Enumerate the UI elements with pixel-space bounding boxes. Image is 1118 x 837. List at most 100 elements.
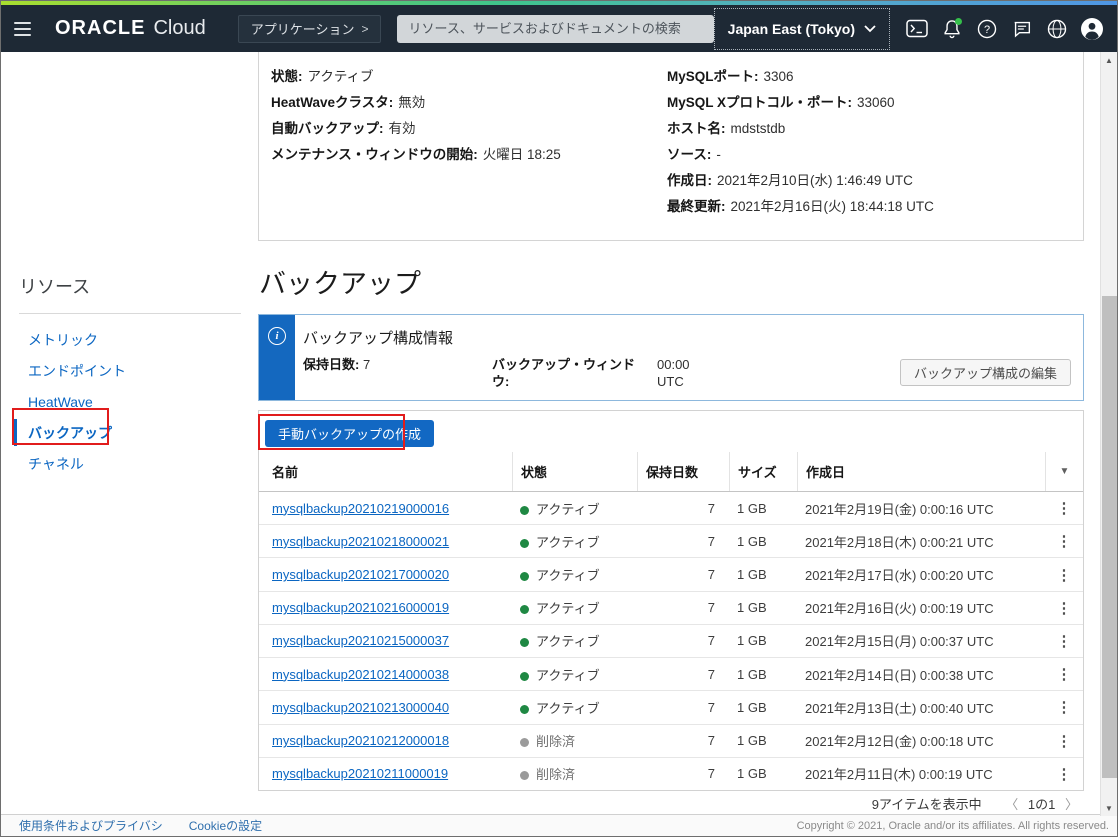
table-row: mysqlbackup20210216000019アクティブ71 GB2021年… [259, 592, 1083, 625]
created-cell: 2021年2月16日(火) 0:00:19 UTC [797, 598, 1045, 617]
topbar-icon-group: ? [904, 16, 1105, 42]
detail-field: 状態:アクティブ [271, 64, 667, 90]
column-header-created[interactable]: 作成日 [797, 452, 1045, 491]
global-search-input[interactable] [397, 15, 713, 43]
edit-backup-config-button[interactable]: バックアップ構成の編集 [900, 359, 1071, 386]
backup-name-cell: mysqlbackup20210214000038 [259, 667, 512, 682]
detail-value: 火曜日 18:25 [483, 147, 561, 162]
row-actions-kebab-icon[interactable]: ⋮ [1045, 532, 1083, 550]
row-actions-kebab-icon[interactable]: ⋮ [1045, 566, 1083, 584]
status-cell: 削除済 [512, 731, 637, 750]
backup-name-cell: mysqlbackup20210215000037 [259, 633, 512, 648]
backup-name-link[interactable]: mysqlbackup20210218000021 [272, 534, 449, 549]
oracle-cloud-logo[interactable]: ORACLE Cloud [55, 17, 206, 40]
retention-days-field: 保持日数: 7 [303, 356, 370, 373]
row-actions-kebab-icon[interactable]: ⋮ [1045, 765, 1083, 783]
copyright-text: Copyright © 2021, Oracle and/or its affi… [797, 820, 1109, 832]
resources-sidebar: リソース メトリックエンドポイントHeatWaveバックアップチャネル [1, 256, 258, 479]
row-actions-kebab-icon[interactable]: ⋮ [1045, 599, 1083, 617]
detail-field: 最終更新:2021年2月16日(火) 18:44:18 UTC [667, 194, 1067, 220]
cookie-settings-link[interactable]: Cookieの設定 [189, 817, 262, 834]
size-cell: 1 GB [729, 600, 797, 615]
region-selector[interactable]: Japan East (Tokyo) [714, 8, 890, 50]
hamburger-menu-icon[interactable] [14, 22, 31, 36]
sort-caret-icon[interactable]: ▼ [1045, 452, 1083, 491]
detail-field: 作成日:2021年2月10日(水) 1:46:49 UTC [667, 168, 1067, 194]
cloud-shell-icon[interactable] [904, 16, 930, 42]
backup-name-cell: mysqlbackup20210211000019 [259, 766, 512, 781]
retention-cell: 7 [637, 667, 729, 682]
brand-oracle: ORACLE [55, 17, 145, 40]
backup-name-link[interactable]: mysqlbackup20210211000019 [272, 766, 448, 781]
sidebar-item-heatwave[interactable]: HeatWave [1, 386, 258, 417]
created-cell: 2021年2月11日(木) 0:00:19 UTC [797, 764, 1045, 783]
status-cell: アクティブ [512, 499, 637, 518]
backup-name-link[interactable]: mysqlbackup20210216000019 [272, 600, 449, 615]
retention-cell: 7 [637, 700, 729, 715]
scrollbar-thumb[interactable] [1102, 296, 1117, 778]
info-icon: i [268, 327, 286, 345]
announcements-icon[interactable] [1009, 16, 1035, 42]
sidebar-items: メトリックエンドポイント HeatWaveバックアップチャネル [1, 324, 258, 479]
chevron-down-icon [864, 25, 876, 33]
sidebar-item-メトリック[interactable]: メトリック [1, 324, 258, 355]
applications-menu-label: アプリケーション [251, 19, 355, 38]
vertical-scrollbar[interactable]: ▲ ▼ [1100, 52, 1117, 816]
backup-name-link[interactable]: mysqlbackup20210219000016 [272, 501, 449, 516]
scroll-down-arrow-icon[interactable]: ▼ [1101, 800, 1117, 816]
items-shown-summary: 9アイテムを表示中 [872, 797, 982, 812]
row-actions-kebab-icon[interactable]: ⋮ [1045, 499, 1083, 517]
column-header-retention[interactable]: 保持日数 [637, 452, 729, 491]
detail-value: アクティブ [308, 69, 374, 84]
terms-privacy-link[interactable]: 使用条件およびプライバシ [19, 817, 163, 834]
detail-value: 33060 [857, 95, 895, 110]
page-prev-icon[interactable]: 〈 [1005, 797, 1018, 812]
backup-name-link[interactable]: mysqlbackup20210217000020 [272, 567, 449, 582]
chevron-right-icon: > [361, 22, 368, 36]
detail-value: - [716, 147, 721, 162]
column-header-size[interactable]: サイズ [729, 452, 797, 491]
status-label: アクティブ [536, 668, 600, 683]
column-header-status[interactable]: 状態 [512, 452, 637, 491]
backup-name-link[interactable]: mysqlbackup20210212000018 [272, 733, 449, 748]
created-cell: 2021年2月17日(水) 0:00:20 UTC [797, 565, 1045, 584]
page-next-icon[interactable]: 〉 [1065, 797, 1078, 812]
profile-avatar-icon[interactable] [1079, 16, 1105, 42]
sidebar-item-エンドポイント[interactable]: エンドポイント [1, 355, 258, 386]
backup-name-link[interactable]: mysqlbackup20210215000037 [272, 633, 449, 648]
detail-value: 無効 [398, 95, 425, 110]
help-icon[interactable]: ? [974, 16, 1000, 42]
detail-field: MySQL Xプロトコル・ポート:33060 [667, 90, 1067, 116]
status-dot [520, 672, 529, 681]
language-globe-icon[interactable] [1044, 16, 1070, 42]
detail-field: HeatWaveクラスタ:無効 [271, 90, 667, 116]
status-label: アクティブ [536, 502, 600, 517]
applications-menu-button[interactable]: アプリケーション > [238, 15, 382, 43]
backup-name-cell: mysqlbackup20210213000040 [259, 700, 512, 715]
status-dot [520, 771, 529, 780]
column-header-name[interactable]: 名前 [259, 452, 512, 491]
created-cell: 2021年2月13日(土) 0:00:40 UTC [797, 698, 1045, 717]
row-actions-kebab-icon[interactable]: ⋮ [1045, 698, 1083, 716]
row-actions-kebab-icon[interactable]: ⋮ [1045, 732, 1083, 750]
notification-badge-dot [955, 18, 962, 25]
scroll-up-arrow-icon[interactable]: ▲ [1101, 52, 1117, 68]
retention-cell: 7 [637, 766, 729, 781]
sidebar-item-バックアップ[interactable]: バックアップ [1, 417, 258, 448]
detail-label: ソース: [667, 147, 711, 162]
sidebar-item-label: メトリック [28, 330, 98, 350]
status-cell: アクティブ [512, 532, 637, 551]
create-manual-backup-button[interactable]: 手動バックアップの作成 [265, 420, 434, 447]
row-actions-kebab-icon[interactable]: ⋮ [1045, 632, 1083, 650]
row-actions-kebab-icon[interactable]: ⋮ [1045, 665, 1083, 683]
table-toolbar: 手動バックアップの作成 [259, 411, 1083, 452]
sidebar-item-label: エンドポイント [28, 361, 126, 381]
sidebar-item-チャネル[interactable]: チャネル [1, 448, 258, 479]
status-dot [520, 605, 529, 614]
backup-name-link[interactable]: mysqlbackup20210214000038 [272, 667, 449, 682]
sidebar-divider [19, 313, 241, 314]
detail-value: 2021年2月16日(火) 18:44:18 UTC [731, 199, 934, 214]
backup-name-link[interactable]: mysqlbackup20210213000040 [272, 700, 449, 715]
details-right: MySQLポート:3306MySQL Xプロトコル・ポート:33060ホスト名:… [667, 64, 1067, 220]
notifications-bell-icon[interactable] [939, 16, 965, 42]
